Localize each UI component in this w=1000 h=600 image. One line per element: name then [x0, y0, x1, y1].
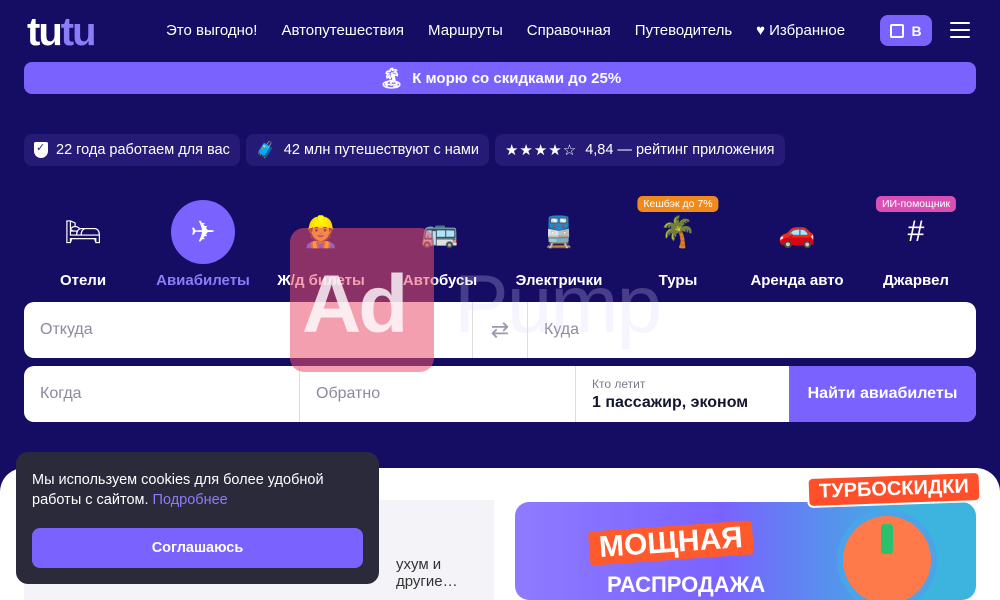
sale-banner[interactable]: МОЩНАЯ РАСПРОДАЖА [515, 502, 976, 600]
promo-text: К морю со скидками до 25% [412, 69, 622, 87]
traveler-icon: 🧳 [255, 142, 276, 159]
tab-jarvel[interactable]: ИИ-помощник # Джарвел [857, 196, 975, 289]
nav-road-trips[interactable]: Автопутешествия [281, 22, 404, 39]
tab-trains[interactable]: 👷 Ж/д билеты [262, 196, 380, 290]
bed-icon: 🛏 [63, 215, 103, 249]
login-icon [890, 23, 905, 38]
tutu-logo[interactable]: tutu [27, 12, 97, 52]
badge-rating-text: 4,84 — рейтинг приложения [585, 142, 775, 158]
tab-label: Туры [658, 272, 698, 289]
badge-travelers-text: 42 млн путешествуют с нами [283, 142, 479, 158]
from-field[interactable]: Откуда [24, 302, 473, 358]
tab-label: Джарвел [883, 272, 949, 289]
tab-flights[interactable]: ✈ Авиабилеты [144, 196, 262, 289]
login-label: В [911, 22, 922, 39]
badge-rating[interactable]: ★★★★☆ 4,84 — рейтинг приложения [494, 134, 785, 166]
tab-commuter-trains[interactable]: 🚆 Электрички [500, 196, 618, 290]
passengers-label: Кто летит [592, 376, 646, 391]
return-date-field[interactable]: Обратно [300, 366, 576, 422]
cookie-more-link[interactable]: Подробнее [153, 492, 228, 508]
car-icon: 🚗 [778, 215, 816, 249]
nav-favorites[interactable]: Избранное [756, 22, 845, 39]
banner-title: МОЩНАЯ [588, 520, 754, 566]
plane-icon: ✈ [171, 200, 235, 264]
bus-icon: 🚌 [421, 215, 459, 249]
passengers-field[interactable]: Кто летит 1 пассажир, эконом [576, 366, 789, 422]
trust-badges: 22 года работаем для вас 🧳 42 млн путеше… [24, 134, 785, 166]
nav-routes[interactable]: Маршруты [428, 22, 503, 39]
category-tabs: 🛏 Отели ✈ Авиабилеты 👷 Ж/д билеты 🚌 Авто… [24, 196, 976, 296]
tab-label: Электрички [515, 272, 603, 289]
ai-assistant-tag: ИИ-помощник [875, 196, 957, 212]
nav-info[interactable]: Справочная [527, 22, 611, 39]
route-row: Откуда ⇄ Куда [24, 302, 976, 358]
tab-hotels[interactable]: 🛏 Отели [24, 196, 142, 290]
badge-years: 22 года работаем для вас [24, 134, 240, 166]
tab-car-rental[interactable]: 🚗 Аренда авто [738, 196, 856, 290]
cookie-accept-button[interactable]: Соглашаюсь [32, 528, 363, 568]
train-icon: 🚆 [540, 215, 578, 249]
banner-illustration [837, 510, 937, 600]
tab-label: Автобусы [402, 272, 478, 289]
tab-label: Аренда авто [750, 272, 844, 289]
conductor-icon: 👷 [302, 215, 340, 249]
shield-icon [34, 141, 48, 158]
article-snippet: ухум и другие… [396, 556, 458, 590]
cookie-banner: Мы используем cookies для более удобной … [16, 452, 379, 584]
tab-label: Отели [59, 272, 107, 289]
nav-deals[interactable]: Это выгодно! [166, 22, 257, 39]
banner-subtitle: РАСПРОДАЖА [607, 572, 766, 597]
badge-years-text: 22 года работаем для вас [56, 142, 230, 158]
site-header: tutu Это выгодно! Автопутешествия Маршру… [0, 0, 1000, 62]
passengers-value: 1 пассажир, эконом [592, 393, 749, 411]
tab-buses[interactable]: 🚌 Автобусы [381, 196, 499, 290]
nav-guide[interactable]: Путеводитель [635, 22, 732, 39]
turbo-sale-sticker: ТУРБОСКИДКИ [806, 470, 982, 509]
rating-stars-icon: ★★★★☆ [504, 142, 578, 159]
cookie-message: Мы используем cookies для более удобной … [32, 470, 363, 510]
menu-icon[interactable] [950, 22, 970, 43]
promo-banner[interactable]: 🏝 К морю со скидками до 25% [24, 62, 976, 94]
tab-label: Ж/д билеты [277, 272, 365, 289]
badge-travelers: 🧳 42 млн путешествуют с нами [245, 134, 489, 166]
main-nav: Это выгодно! Автопутешествия Маршруты Сп… [166, 22, 845, 39]
dates-row: Когда Обратно Кто летит 1 пассажир, экон… [24, 366, 976, 422]
swap-icon[interactable]: ⇄ [473, 302, 528, 358]
login-button[interactable]: В [880, 15, 932, 46]
cashback-tag: Кешбэк до 7% [637, 196, 719, 212]
tab-tours[interactable]: Кешбэк до 7% 🌴 Туры [619, 196, 737, 289]
departure-date-field[interactable]: Когда [24, 366, 300, 422]
search-flights-button[interactable]: Найти авиабилеты [789, 366, 976, 422]
to-field[interactable]: Куда [528, 302, 976, 358]
tab-label: Авиабилеты [156, 272, 250, 289]
palm-icon: 🏝 [378, 67, 405, 90]
